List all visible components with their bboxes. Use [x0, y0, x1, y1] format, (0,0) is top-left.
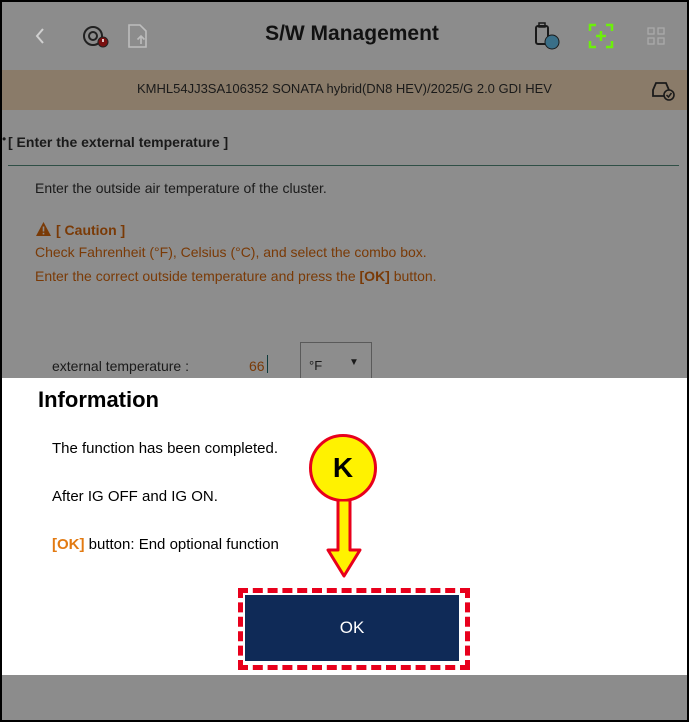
vehicle-check-icon[interactable] — [647, 74, 679, 106]
caution-ok-keyword: [OK] — [359, 268, 390, 284]
caution-line-2-text: Enter the correct outside temperature an… — [35, 268, 360, 284]
bullet-marker: • — [2, 132, 7, 146]
dialog-message-3: [OK] button: End optional function — [52, 536, 279, 553]
divider — [8, 165, 679, 166]
dialog-message-1: The function has been completed. — [52, 440, 278, 457]
dialog-title: Information — [38, 387, 159, 412]
temperature-label: external temperature : — [52, 358, 189, 374]
caution-line-2: Enter the correct outside temperature an… — [35, 268, 437, 284]
vehicle-info: KMHL54JJ3SA106352 SONATA hybrid(DN8 HEV)… — [137, 81, 552, 96]
page-title: S/W Management — [265, 22, 439, 45]
unit-combo-box[interactable]: °F ▼ — [300, 342, 372, 379]
down-arrow-icon — [326, 500, 362, 578]
grid-icon[interactable] — [640, 20, 672, 52]
section-title: [ Enter the external temperature ] — [8, 134, 229, 150]
warning-icon — [35, 221, 52, 242]
caution-line-1: Check Fahrenheit (°F), Celsius (°C), and… — [35, 244, 427, 260]
vehicle-info-bar: KMHL54JJ3SA106352 SONATA hybrid(DN8 HEV)… — [2, 70, 687, 110]
diagnostic-timer-icon[interactable] — [79, 20, 111, 52]
temperature-input[interactable]: 66 — [249, 358, 265, 374]
content-area: • [ Enter the external temperature ] Ent… — [2, 110, 687, 379]
dropdown-arrow-icon: ▼ — [349, 357, 359, 368]
text-caret — [267, 355, 268, 373]
caution-title: [ Caution ] — [56, 222, 126, 238]
app-window: S/W Management KMHL54JJ3SA106352 SONATA … — [0, 0, 689, 722]
upload-file-icon[interactable] — [122, 20, 154, 52]
top-app-bar: S/W Management — [2, 2, 687, 70]
caution-line-2-end: button. — [389, 268, 437, 284]
dialog-message-2: After IG OFF and IG ON. — [52, 488, 218, 505]
dialog-message-3-text: button: End optional function — [84, 536, 279, 553]
ok-button[interactable]: OK — [245, 595, 459, 661]
callout-badge: K — [309, 434, 377, 502]
chevron-left-icon[interactable] — [24, 20, 56, 52]
bottom-bar — [2, 675, 687, 720]
vci-icon[interactable] — [530, 20, 562, 52]
unit-selected: °F — [309, 358, 323, 373]
screen-capture-icon[interactable] — [585, 20, 617, 52]
instruction-text: Enter the outside air temperature of the… — [35, 180, 327, 196]
dialog-ok-keyword: [OK] — [52, 536, 85, 553]
